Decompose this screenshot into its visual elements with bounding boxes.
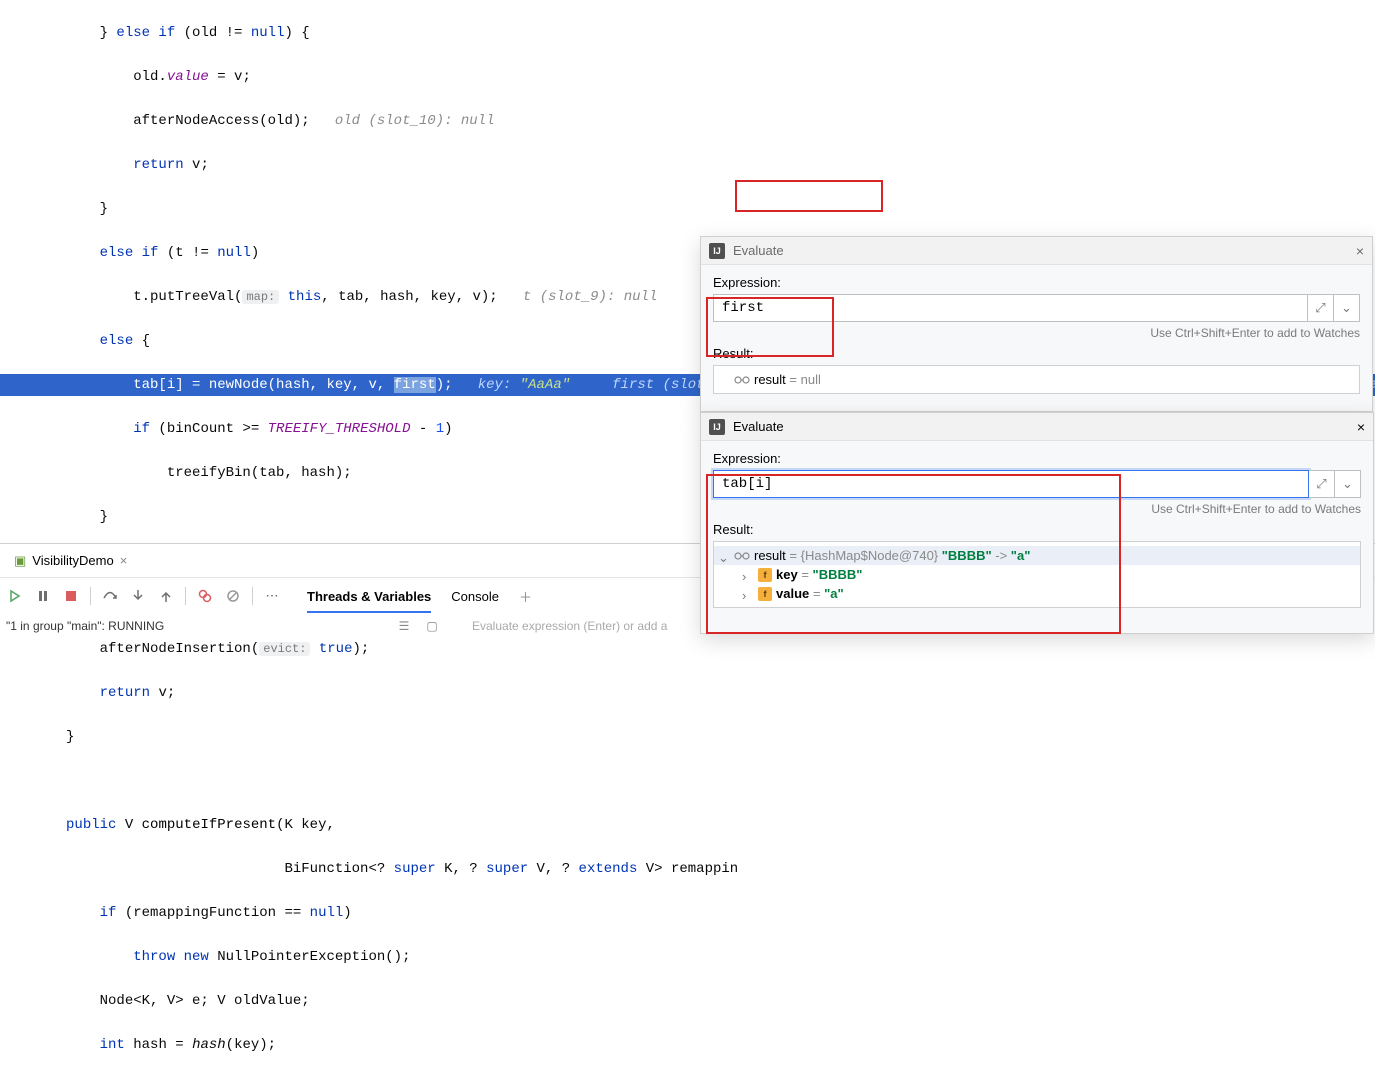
result-row[interactable]: result = null	[714, 370, 1359, 389]
inline-debug-hint: t (slot_9): null	[523, 289, 657, 305]
filter-icon[interactable]: ▢	[422, 616, 442, 636]
expression-input[interactable]	[713, 470, 1309, 498]
popup-title: Evaluate	[733, 243, 784, 258]
glasses-icon	[734, 373, 750, 387]
history-dropdown[interactable]: ⌄	[1335, 470, 1361, 498]
thread-status: "1 in group "main": RUNNING	[6, 619, 386, 633]
add-tab-button[interactable]: ＋	[519, 587, 532, 606]
expression-input[interactable]	[713, 294, 1308, 322]
step-into-button[interactable]	[127, 585, 149, 607]
close-icon[interactable]: ×	[120, 553, 128, 568]
result-name: result = null	[754, 372, 821, 387]
inline-debug-hint: old (slot_10): null	[335, 113, 495, 129]
tab-label: VisibilityDemo	[32, 553, 113, 568]
settings-icon[interactable]: ☰	[394, 616, 414, 636]
expression-label: Expression:	[713, 451, 1361, 466]
tab-icon: ▣	[14, 553, 26, 569]
result-panel: result = null	[713, 365, 1360, 394]
evaluate-popup-1: IJ Evaluate × Expression: ⤢ ⌄ Use Ctrl+S…	[700, 236, 1373, 412]
result-label: Result:	[713, 346, 1360, 361]
result-text: result = {HashMap$Node@740} "BBBB" -> "a…	[754, 548, 1030, 563]
stop-button[interactable]	[60, 585, 82, 607]
expression-row: ⤢ ⌄	[713, 294, 1360, 322]
expand-editor-button[interactable]: ⤢	[1309, 470, 1335, 498]
evaluate-popup-2: IJ Evaluate × Expression: ⤢ ⌄ Use Ctrl+S…	[700, 412, 1374, 634]
resume-button[interactable]	[4, 585, 26, 607]
evaluate-hint: Evaluate expression (Enter) or add a	[472, 619, 667, 633]
expand-icon[interactable]: ›	[742, 569, 746, 584]
inline-debug-key: key: "AaAa"	[478, 377, 570, 393]
popup-title: Evaluate	[733, 419, 784, 434]
debug-config-tab[interactable]: ▣ VisibilityDemo ×	[8, 549, 133, 573]
expression-row: ⤢ ⌄	[713, 470, 1361, 498]
result-label: Result:	[713, 522, 1361, 537]
threads-variables-tab[interactable]: Threads & Variables	[307, 589, 431, 613]
history-dropdown[interactable]: ⌄	[1334, 294, 1360, 322]
field-icon: f	[758, 587, 772, 601]
mute-breakpoints-button[interactable]	[222, 585, 244, 607]
expand-icon[interactable]: ›	[742, 588, 746, 603]
more-actions-button[interactable]: ⋯	[261, 585, 283, 607]
expand-editor-button[interactable]: ⤢	[1308, 294, 1334, 322]
field-icon: f	[758, 568, 772, 582]
intellij-icon: IJ	[709, 419, 725, 435]
step-out-button[interactable]	[155, 585, 177, 607]
collapse-icon[interactable]: ⌄	[718, 550, 729, 566]
result-row-key[interactable]: › f key = "BBBB"	[714, 565, 1360, 584]
console-tab[interactable]: Console	[451, 589, 499, 604]
result-text: key = "BBBB"	[776, 567, 862, 582]
result-row-root[interactable]: ⌄ result = {HashMap$Node@740} "BBBB" -> …	[714, 546, 1360, 565]
view-breakpoints-button[interactable]	[194, 585, 216, 607]
result-text: value = "a"	[776, 586, 844, 601]
result-row-value[interactable]: › f value = "a"	[714, 584, 1360, 603]
glasses-icon	[734, 549, 750, 563]
pause-button[interactable]	[32, 585, 54, 607]
step-over-button[interactable]	[99, 585, 121, 607]
close-icon[interactable]: ×	[1357, 419, 1365, 435]
result-panel: ⌄ result = {HashMap$Node@740} "BBBB" -> …	[713, 541, 1361, 608]
expression-label: Expression:	[713, 275, 1360, 290]
watches-hint: Use Ctrl+Shift+Enter to add to Watches	[713, 502, 1361, 516]
intellij-icon: IJ	[709, 243, 725, 259]
watches-hint: Use Ctrl+Shift+Enter to add to Watches	[713, 326, 1360, 340]
close-icon[interactable]: ×	[1356, 243, 1364, 259]
